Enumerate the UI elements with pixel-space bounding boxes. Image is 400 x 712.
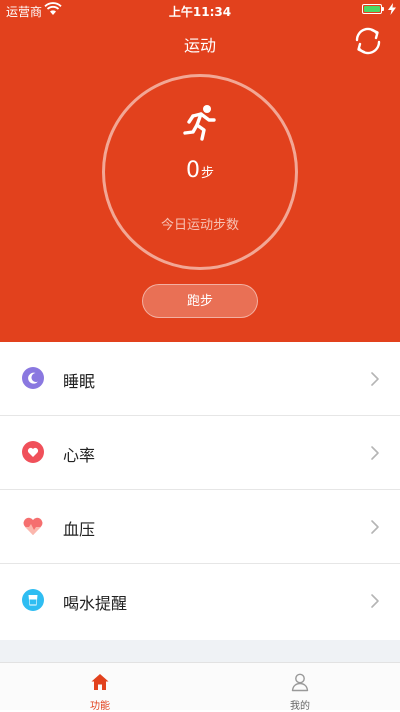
- chevron-right-icon: [371, 594, 379, 608]
- list-item-label: 睡眠: [63, 372, 96, 391]
- battery-tip: [382, 7, 384, 11]
- battery-icon: [362, 4, 382, 14]
- user-icon: [291, 673, 309, 692]
- steps-unit: 步: [200, 166, 214, 181]
- status-bar: 运营商 上午11:34: [0, 0, 400, 20]
- moon-icon: [22, 367, 44, 389]
- tab-mine[interactable]: 我的: [200, 663, 400, 712]
- heart-pressure-icon: [22, 515, 44, 537]
- sport-header: 运营商 上午11:34 运动 0步 今日运动步数 跑步: [0, 0, 400, 342]
- home-icon: [91, 674, 109, 690]
- section-spacer: [0, 640, 400, 662]
- water-cup-icon: [22, 589, 44, 611]
- tab-functions[interactable]: 功能: [0, 663, 200, 712]
- list-item-label: 喝水提醒: [63, 594, 128, 613]
- heart-icon: [22, 441, 44, 463]
- list-item-water-reminder[interactable]: 喝水提醒: [0, 564, 400, 639]
- steps-value: 0: [185, 158, 200, 183]
- refresh-icon[interactable]: [352, 25, 384, 57]
- list-item-sleep[interactable]: 睡眠: [0, 342, 400, 416]
- page-title: 运动: [183, 36, 216, 55]
- today-steps-caption: 今日运动步数: [160, 218, 239, 233]
- list-item-blood-pressure[interactable]: 血压: [0, 490, 400, 564]
- chevron-right-icon: [371, 372, 379, 386]
- feature-list: 睡眠 心率 血压 喝水提醒: [0, 342, 400, 639]
- list-item-label: 血压: [63, 520, 96, 539]
- status-time: 上午11:34: [168, 5, 232, 19]
- running-man-icon: [183, 105, 216, 141]
- tab-bar: 功能 我的: [0, 662, 400, 712]
- steps-count: 0步: [0, 158, 400, 183]
- run-button[interactable]: 跑步: [142, 284, 258, 318]
- chevron-right-icon: [371, 446, 379, 460]
- chevron-right-icon: [371, 520, 379, 534]
- list-item-label: 心率: [63, 446, 96, 465]
- list-item-heart-rate[interactable]: 心率: [0, 416, 400, 490]
- charging-icon: [388, 3, 396, 15]
